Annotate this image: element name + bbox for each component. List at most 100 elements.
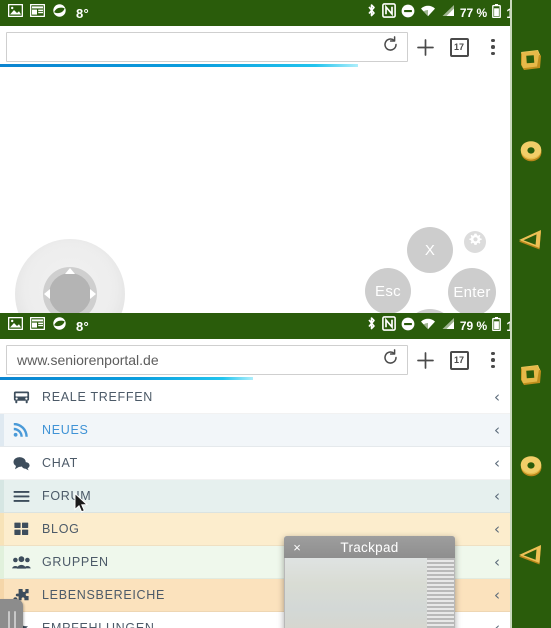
grid-icon <box>0 522 42 536</box>
drawer-handle-bottom[interactable] <box>0 599 23 628</box>
dpad-up-arrow[interactable] <box>65 268 75 274</box>
menu-item-label: EMPFEHLUNGEN <box>42 621 155 628</box>
temperature-label-bottom: 8° <box>76 318 90 334</box>
card-view-icon <box>29 316 46 335</box>
nfc-icon <box>381 3 396 23</box>
key-esc[interactable]: Esc <box>365 268 411 313</box>
right-rail-bottom <box>510 313 551 628</box>
tab-counter-button-top[interactable]: 17 <box>442 30 476 64</box>
image-icon <box>7 3 24 22</box>
trackpad-title-bar[interactable]: × Trackpad <box>284 536 455 558</box>
chevron-left-icon[interactable]: ‹ <box>494 586 500 604</box>
page-load-progress-top <box>0 64 359 67</box>
rail-square-icon[interactable] <box>510 363 551 389</box>
bluetooth-icon <box>366 316 377 336</box>
reload-icon[interactable] <box>382 36 399 58</box>
menu-item-chat[interactable]: CHAT ‹ <box>0 447 510 480</box>
chevron-left-icon[interactable]: ‹ <box>494 619 500 628</box>
status-left-icons: 8° <box>0 3 90 22</box>
battery-percent-label: 77 % <box>459 6 488 20</box>
bus-icon <box>0 390 42 405</box>
signal-icon <box>441 317 455 335</box>
rail-square-icon[interactable] <box>510 48 551 74</box>
right-rail-top <box>510 0 551 313</box>
address-bar-top[interactable] <box>6 32 408 62</box>
bluetooth-icon <box>366 3 377 23</box>
menu-item-edge-marker <box>0 447 4 479</box>
key-x[interactable]: X <box>407 227 453 273</box>
trackpad-scroll-strip[interactable] <box>427 558 454 628</box>
people-icon <box>0 555 42 569</box>
menu-item-edge-marker <box>0 381 4 413</box>
overflow-menu-button-bottom[interactable] <box>476 343 510 377</box>
key-enter-label: Enter <box>453 283 491 301</box>
menu-item-label: BLOG <box>42 522 80 536</box>
chevron-left-icon[interactable]: ‹ <box>494 520 500 538</box>
menu-item-label: GRUPPEN <box>42 555 109 569</box>
reload-icon[interactable] <box>382 349 399 371</box>
menu-item-label: NEUES <box>42 423 89 437</box>
chevron-left-icon[interactable]: ‹ <box>494 487 500 505</box>
overflow-menu-icon <box>491 351 495 369</box>
chevron-left-icon[interactable]: ‹ <box>494 421 500 439</box>
trackpad-dialog[interactable]: × Trackpad <box>284 536 455 628</box>
menu-item-edge-marker <box>0 414 4 446</box>
key-esc-label: Esc <box>375 282 401 300</box>
page-content-bottom: REALE TREFFEN ‹ NEUES ‹ CHAT ‹ FORUM ‹ BLOG ‹ GRUP… <box>0 381 551 628</box>
dpad-left-arrow[interactable] <box>44 289 50 299</box>
menu-item-reale-treffen[interactable]: REALE TREFFEN ‹ <box>0 381 510 414</box>
battery-icon <box>492 3 502 23</box>
rail-circle-icon[interactable] <box>510 138 551 164</box>
rail-triangle-icon[interactable] <box>510 543 551 569</box>
menu-item-neues[interactable]: NEUES ‹ <box>0 414 510 447</box>
status-bar-top: 8° 77 % 10:50 <box>0 0 551 26</box>
cloud-icon <box>52 317 67 335</box>
menu-item-label: REALE TREFFEN <box>42 390 153 404</box>
close-icon[interactable]: × <box>284 541 310 554</box>
trackpad-surface[interactable] <box>284 558 455 628</box>
chevron-left-icon[interactable]: ‹ <box>494 454 500 472</box>
page-load-progress-bottom <box>0 377 254 380</box>
nfc-icon <box>381 316 396 336</box>
new-tab-button-top[interactable] <box>408 30 442 64</box>
do-not-disturb-icon <box>401 4 415 23</box>
battery-icon <box>492 316 502 336</box>
menu-item-edge-marker <box>0 513 4 545</box>
tab-counter-button-bottom[interactable]: 17 <box>442 343 476 377</box>
browser-window-bottom: 8° 79 % 10:42 www <box>0 313 551 628</box>
wifi-icon <box>420 4 436 22</box>
do-not-disturb-icon <box>401 317 415 336</box>
dpad-right-arrow[interactable] <box>90 289 96 299</box>
tab-count-label-top: 17 <box>449 37 469 57</box>
card-view-icon <box>29 3 46 22</box>
page-content-top: X Esc Enter Space <box>0 68 551 313</box>
tab-count-label-bottom: 17 <box>449 350 469 370</box>
overflow-menu-icon <box>491 38 495 56</box>
chevron-left-icon[interactable]: ‹ <box>494 553 500 571</box>
list-icon <box>0 490 42 503</box>
cloud-icon <box>52 4 67 22</box>
address-bar-text-bottom: www.seniorenportal.de <box>17 352 159 368</box>
temperature-label: 8° <box>76 5 90 21</box>
dpad-center-button[interactable] <box>49 273 91 313</box>
address-bar-bottom[interactable]: www.seniorenportal.de <box>6 345 408 375</box>
gear-icon <box>468 233 482 251</box>
overflow-menu-button-top[interactable] <box>476 30 510 64</box>
trackpad-title-label: Trackpad <box>340 539 399 555</box>
new-tab-button-bottom[interactable] <box>408 343 442 377</box>
menu-item-label: CHAT <box>42 456 78 470</box>
chevron-left-icon[interactable]: ‹ <box>494 388 500 406</box>
wifi-icon <box>420 317 436 335</box>
settings-button-top[interactable] <box>464 231 486 253</box>
battery-percent-label-bottom: 79 % <box>459 319 488 333</box>
browser-window-top: 8° 77 % 10:50 <box>0 0 551 313</box>
menu-item-edge-marker <box>0 546 4 578</box>
rail-triangle-icon[interactable] <box>510 228 551 254</box>
key-enter[interactable]: Enter <box>448 268 496 313</box>
menu-item-edge-marker <box>0 480 4 512</box>
dpad-control[interactable] <box>15 239 125 313</box>
rail-circle-icon[interactable] <box>510 453 551 479</box>
browser-toolbar-bottom: www.seniorenportal.de 17 <box>0 339 551 381</box>
rss-icon <box>0 422 42 438</box>
status-bar-bottom: 8° 79 % 10:42 <box>0 313 551 339</box>
